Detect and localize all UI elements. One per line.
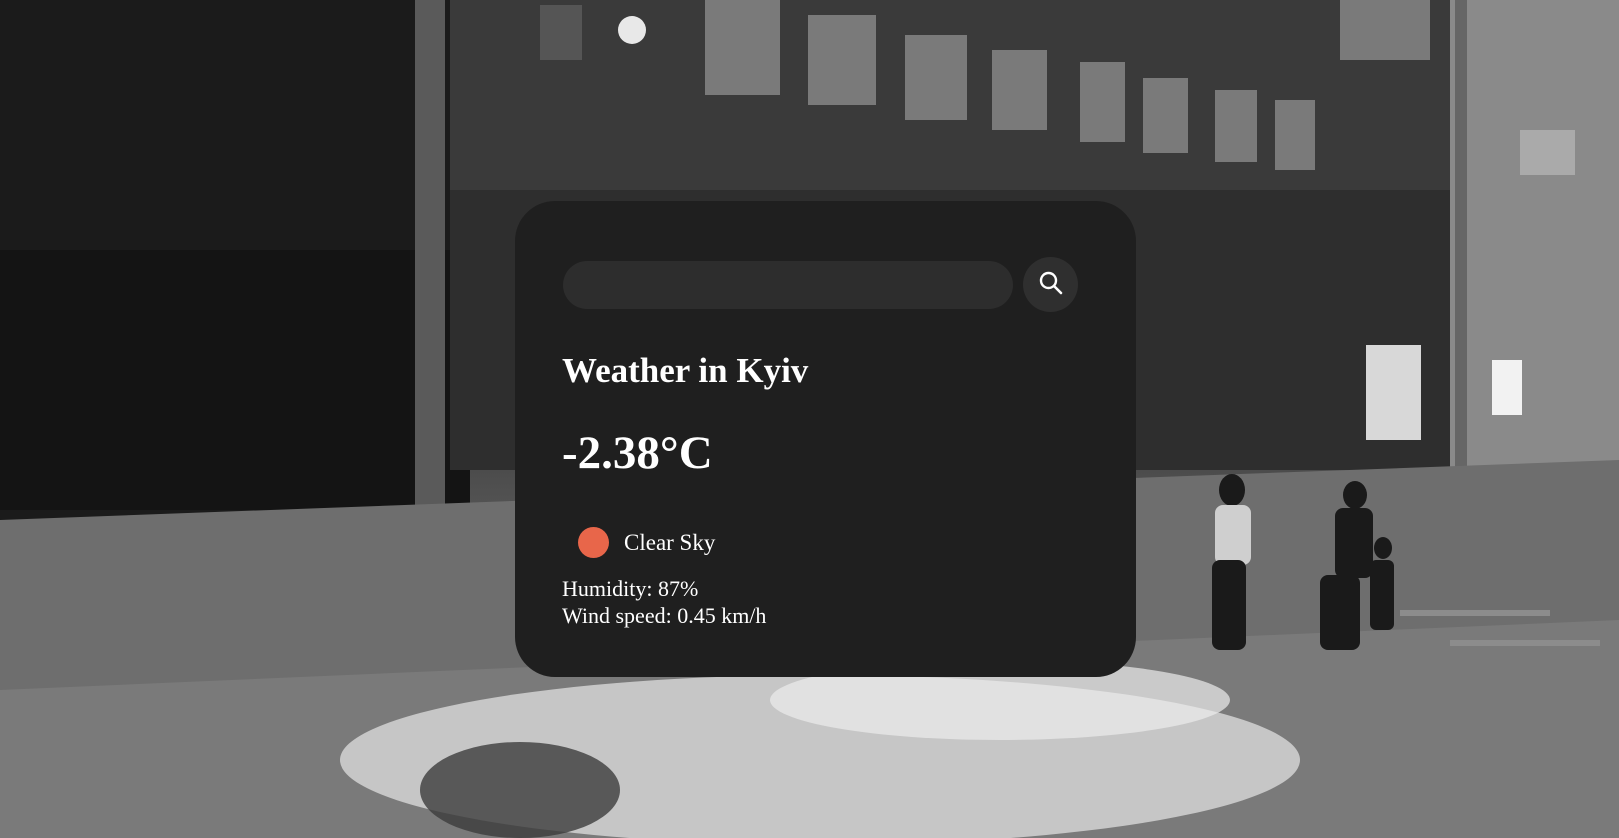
search-bar [563,257,1078,312]
weather-details: Humidity: 87% Wind speed: 0.45 km/h [562,575,766,629]
wind-speed: Wind speed: 0.45 km/h [562,603,767,628]
sun-icon [578,527,609,558]
temperature: -2.38°C [562,427,713,479]
search-icon [1038,270,1064,299]
condition-row: Clear Sky [578,527,715,558]
search-button[interactable] [1023,257,1078,312]
weather-card: Weather in Kyiv -2.38°C Clear Sky Humidi… [515,201,1136,677]
condition-text: Clear Sky [624,529,716,555]
search-input[interactable] [563,260,1013,309]
humidity: Humidity: 87% [562,576,699,601]
city-title: Weather in Kyiv [562,351,809,390]
